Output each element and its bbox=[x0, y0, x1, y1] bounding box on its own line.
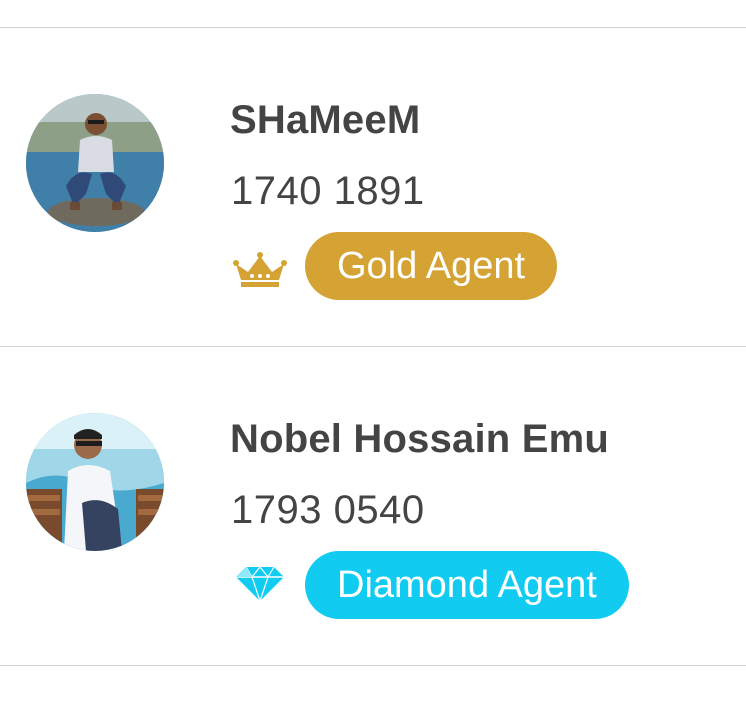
diamond-icon bbox=[232, 563, 288, 603]
agent-phone: 1793 0540 bbox=[231, 488, 425, 532]
agent-phone: 1740 1891 bbox=[231, 169, 425, 213]
tier-badge: Gold Agent bbox=[305, 232, 558, 300]
avatar-photo bbox=[26, 413, 164, 551]
avatar bbox=[26, 94, 164, 232]
crown-icon bbox=[232, 250, 288, 290]
agent-card[interactable]: SHaMeeM 1740 1891 Gold Agent bbox=[0, 28, 746, 346]
avatar bbox=[26, 413, 164, 551]
agent-card[interactable]: Nobel Hossain Emu 1793 0540 Diamond Agen… bbox=[0, 347, 746, 665]
agent-name: SHaMeeM bbox=[230, 98, 421, 142]
bottom-divider bbox=[0, 665, 746, 666]
agent-name: Nobel Hossain Emu bbox=[230, 417, 610, 461]
avatar-photo bbox=[26, 94, 164, 232]
tier-badge: Diamond Agent bbox=[305, 551, 629, 619]
